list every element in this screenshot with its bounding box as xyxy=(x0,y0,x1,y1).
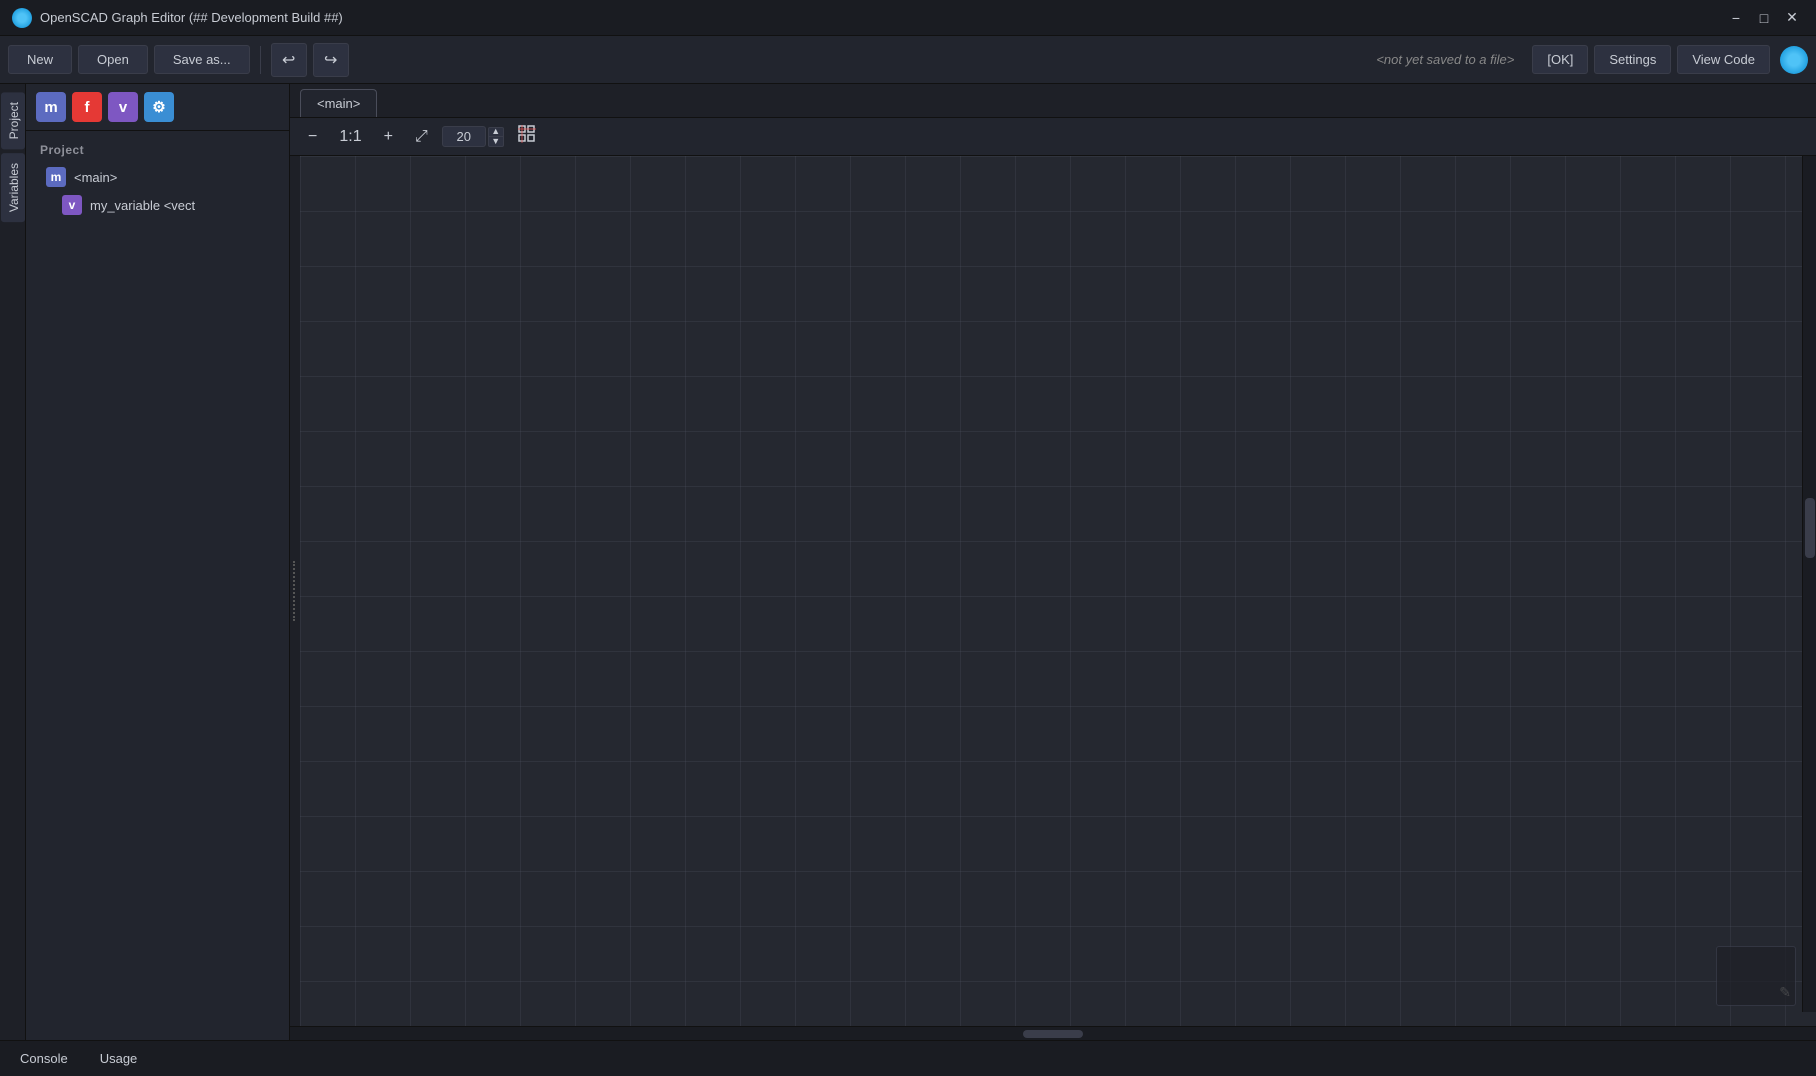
zoom-spinner: ▲ ▼ xyxy=(488,127,504,147)
main-area: Project Variables m f v ⚙ Project m <mai… xyxy=(0,84,1816,1040)
app-icon xyxy=(12,8,32,28)
minimap xyxy=(1716,946,1796,1006)
zoom-out-button[interactable]: − xyxy=(300,125,325,149)
vscroll-thumb[interactable] xyxy=(1805,498,1815,558)
grid-icon xyxy=(518,125,536,143)
canvas-vertical-scrollbar[interactable] xyxy=(1802,156,1816,1012)
ok-button[interactable]: [OK] xyxy=(1532,45,1588,74)
zoom-down-arrow[interactable]: ▼ xyxy=(488,137,504,147)
titlebar: OpenSCAD Graph Editor (## Development Bu… xyxy=(0,0,1816,36)
resize-handle[interactable] xyxy=(290,156,300,1026)
view-code-button[interactable]: View Code xyxy=(1677,45,1770,74)
tree-item-variable-icon: v xyxy=(62,195,82,215)
tree-item-variable-label: my_variable <vect xyxy=(90,198,195,213)
canvas-scroll-area xyxy=(290,156,1816,1040)
node-type-gear-button[interactable]: ⚙ xyxy=(144,92,174,122)
canvas-container: <main> − 1:1 + ⤢ ▲ ▼ xyxy=(290,84,1816,1040)
node-type-m-button[interactable]: m xyxy=(36,92,66,122)
zoom-in-button[interactable]: + xyxy=(376,125,401,149)
grid-toggle-button[interactable] xyxy=(510,122,544,151)
tree-item-variable[interactable]: v my_variable <vect xyxy=(26,191,289,219)
window-controls: − □ ✕ xyxy=(1724,6,1804,30)
node-type-r-button[interactable]: f xyxy=(72,92,102,122)
hscroll-thumb[interactable] xyxy=(1023,1030,1083,1038)
save-as-button[interactable]: Save as... xyxy=(154,45,250,74)
tab-main[interactable]: <main> xyxy=(300,89,377,117)
zoom-up-arrow[interactable]: ▲ xyxy=(488,127,504,137)
minimize-button[interactable]: − xyxy=(1724,6,1748,30)
toolbar: New Open Save as... ↩ ↪ <not yet saved t… xyxy=(0,36,1816,84)
fit-button[interactable]: ⤢ xyxy=(407,125,436,149)
bottombar: Console Usage xyxy=(0,1040,1816,1076)
tree-item-main-icon: m xyxy=(46,167,66,187)
canvas[interactable] xyxy=(300,156,1816,1026)
sidebar-tab-project[interactable]: Project xyxy=(1,92,25,149)
node-types-bar: m f v ⚙ xyxy=(26,84,289,131)
app-logo-icon xyxy=(1780,46,1808,74)
file-status: <not yet saved to a file> xyxy=(1364,52,1526,67)
bottom-tab-console[interactable]: Console xyxy=(12,1047,76,1070)
undo-button[interactable]: ↩ xyxy=(271,43,307,77)
settings-button[interactable]: Settings xyxy=(1594,45,1671,74)
canvas-horizontal-scrollbar[interactable] xyxy=(290,1026,1816,1040)
panel: m f v ⚙ Project m <main> v my_variable <… xyxy=(26,84,290,1040)
close-button[interactable]: ✕ xyxy=(1780,6,1804,30)
app-title: OpenSCAD Graph Editor (## Development Bu… xyxy=(40,10,343,25)
zoom-input[interactable] xyxy=(442,126,486,147)
project-section-label: Project xyxy=(26,139,289,163)
zoom-one-to-one-button[interactable]: 1:1 xyxy=(331,125,369,149)
bottom-tab-usage[interactable]: Usage xyxy=(92,1047,146,1070)
project-tree: Project m <main> v my_variable <vect xyxy=(26,131,289,1040)
redo-button[interactable]: ↪ xyxy=(313,43,349,77)
tree-item-main-label: <main> xyxy=(74,170,117,185)
tree-item-main[interactable]: m <main> xyxy=(26,163,289,191)
canvas-and-vscroll xyxy=(290,156,1816,1026)
toolbar-separator-1 xyxy=(260,46,261,74)
zoom-display: ▲ ▼ xyxy=(442,126,504,147)
tabs-bar: <main> xyxy=(290,84,1816,118)
left-sidebar-tabs: Project Variables xyxy=(0,84,26,1040)
open-button[interactable]: Open xyxy=(78,45,148,74)
new-button[interactable]: New xyxy=(8,45,72,74)
sidebar-tab-variables[interactable]: Variables xyxy=(1,153,25,222)
node-type-v-button[interactable]: v xyxy=(108,92,138,122)
canvas-toolbar: − 1:1 + ⤢ ▲ ▼ xyxy=(290,118,1816,156)
maximize-button[interactable]: □ xyxy=(1752,6,1776,30)
